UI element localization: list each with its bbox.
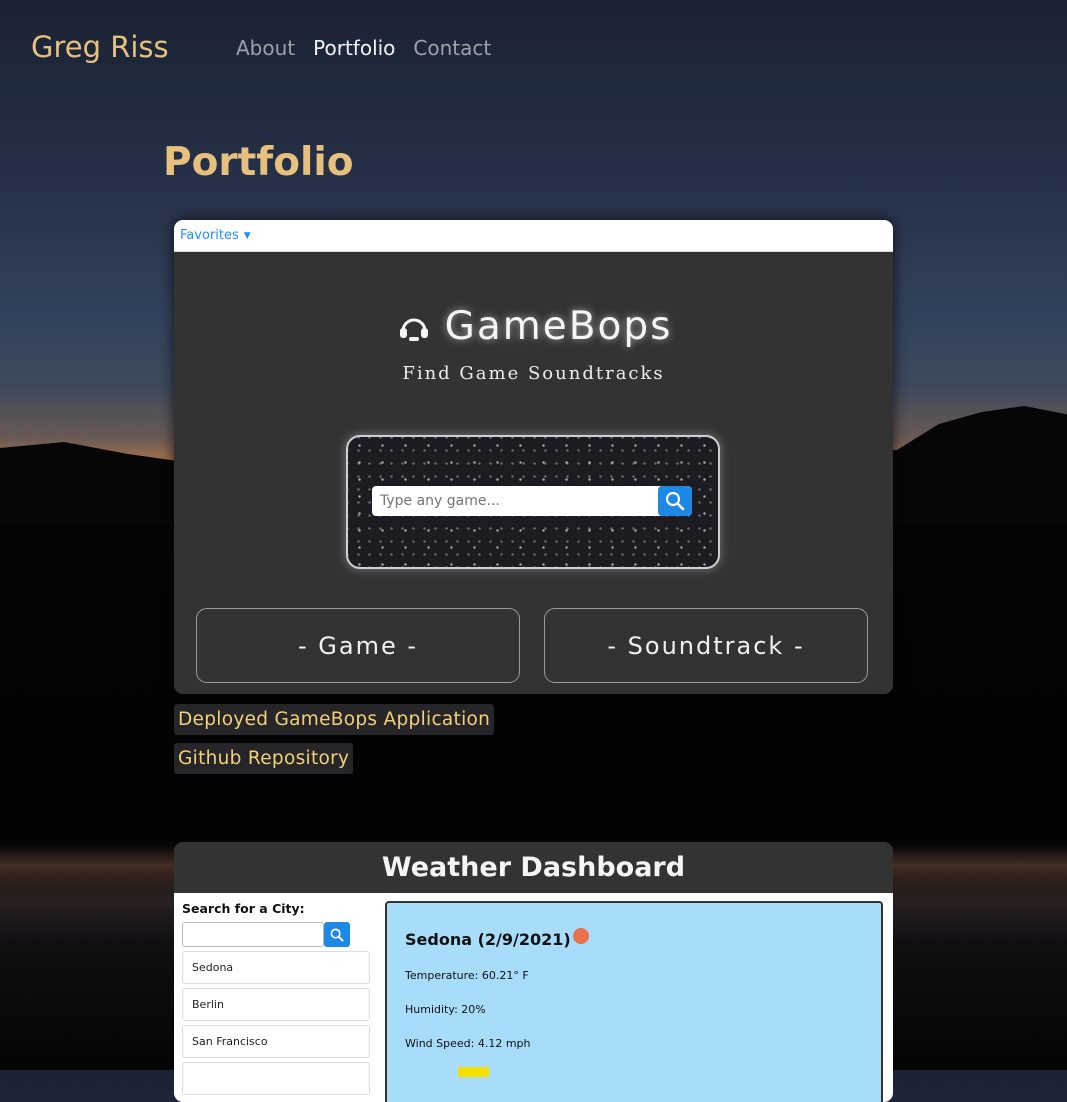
gamebops-subtitle: Find Game Soundtracks — [402, 363, 665, 384]
gamebops-title-text: GameBops — [444, 304, 673, 349]
city-item[interactable]: San Francisco — [182, 1025, 370, 1058]
search-icon — [665, 491, 685, 511]
nav-contact[interactable]: Contact — [413, 36, 491, 60]
nav-portfolio[interactable]: Portfolio — [313, 36, 395, 60]
soundtrack-button[interactable]: - Soundtrack - — [544, 608, 868, 683]
search-panel — [346, 435, 720, 569]
humidity-text: Humidity: 20% — [405, 1003, 486, 1016]
city-item[interactable] — [182, 1062, 370, 1095]
temperature-text: Temperature: 60.21° F — [405, 969, 529, 982]
city-search-button[interactable] — [324, 922, 350, 947]
current-weather-panel: Sedona (2/9/2021) Temperature: 60.21° F … — [385, 901, 883, 1102]
current-city-title: Sedona (2/9/2021) — [405, 930, 571, 949]
main-nav: About Portfolio Contact — [236, 36, 491, 60]
site-name[interactable]: Greg Riss — [31, 30, 169, 64]
game-search-bar — [372, 486, 692, 516]
city-search-label: Search for a City: — [182, 901, 305, 916]
uv-index-badge — [458, 1067, 489, 1077]
city-search-input[interactable] — [182, 922, 324, 947]
headphones-icon — [395, 309, 431, 345]
city-item[interactable]: Berlin — [182, 988, 370, 1021]
weather-dashboard-body: Search for a City: Sedona Berlin San Fra… — [174, 893, 893, 1102]
gamebops-title: GameBops — [174, 304, 893, 349]
deployed-app-link[interactable]: Deployed GameBops Application — [174, 704, 495, 735]
weather-dashboard-screenshot: Weather Dashboard Search for a City: Sed… — [174, 842, 893, 1102]
page-title: Portfolio — [163, 140, 354, 185]
game-search-input[interactable] — [372, 487, 658, 515]
city-item[interactable]: Sedona — [182, 951, 370, 984]
game-button[interactable]: - Game - — [196, 608, 520, 683]
city-search-bar — [182, 922, 370, 947]
github-repo-link[interactable]: Github Repository — [174, 743, 354, 774]
favorites-dropdown[interactable]: Favorites — [180, 228, 239, 243]
nav-about[interactable]: About — [236, 36, 295, 60]
wind-speed-text: Wind Speed: 4.12 mph — [405, 1037, 531, 1050]
weather-dashboard-title: Weather Dashboard — [174, 842, 893, 893]
gamebops-screenshot: Favorites ▼ GameBops Find Game Soundtrac… — [174, 220, 893, 694]
weather-icon — [573, 928, 589, 944]
search-button[interactable] — [658, 486, 692, 516]
search-icon — [330, 928, 344, 942]
caret-down-icon: ▼ — [243, 230, 251, 241]
favorites-bar: Favorites ▼ — [174, 220, 893, 252]
city-sidebar: Search for a City: Sedona Berlin San Fra… — [182, 901, 370, 1095]
